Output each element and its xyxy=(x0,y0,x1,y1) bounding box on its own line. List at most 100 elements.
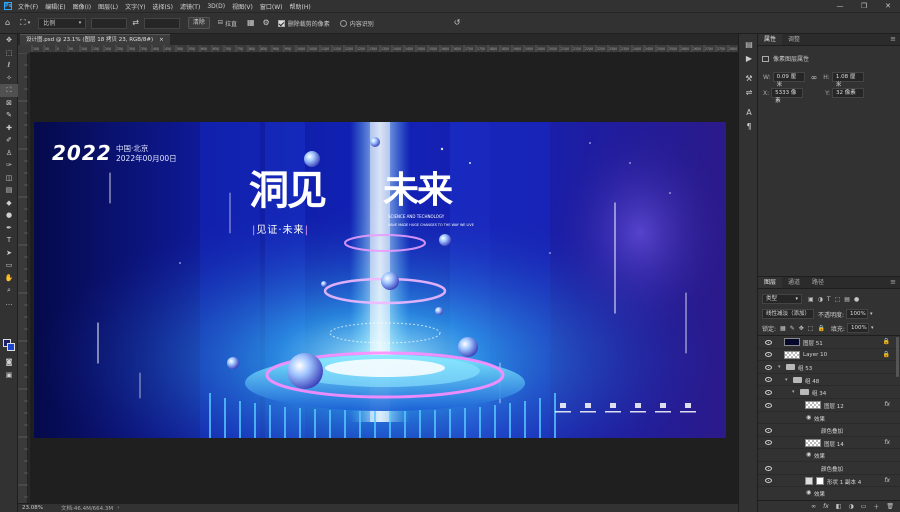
minimize-button[interactable]: — xyxy=(828,0,852,12)
reset-icon[interactable]: ↺ xyxy=(454,18,461,28)
tab-properties[interactable]: 属性 xyxy=(758,34,783,45)
menu-filter[interactable]: 滤镜(T) xyxy=(180,2,200,11)
background-color-swatch[interactable] xyxy=(7,343,15,351)
layer-effect-row[interactable]: 颜色叠加 xyxy=(758,424,900,437)
gear-icon[interactable]: ⚙ xyxy=(263,18,270,28)
add-mask-icon[interactable]: ◧ xyxy=(836,503,842,510)
expand-arrow-icon[interactable]: ▾ xyxy=(792,389,795,395)
lock-artboard-icon[interactable]: ⬚ xyxy=(808,325,814,332)
quick-mask-icon[interactable]: ◙ xyxy=(0,356,18,369)
content-aware-radio[interactable] xyxy=(339,19,347,27)
new-group-icon[interactable]: ▭ xyxy=(861,503,867,510)
chevron-down-icon[interactable]: ▾ xyxy=(28,18,31,28)
panel-menu-icon[interactable]: ≡ xyxy=(890,34,896,45)
layer-row[interactable]: 图层 51 🔒 xyxy=(758,336,900,349)
layer-effect-row[interactable]: ◉ 效果 xyxy=(758,487,900,499)
clear-button[interactable]: 清除 xyxy=(187,17,210,29)
close-tab-icon[interactable]: × xyxy=(159,35,164,45)
delete-layer-icon[interactable]: 🗑 xyxy=(886,503,894,510)
layer-row[interactable]: Layer 10 🔒 xyxy=(758,349,900,362)
layer-group-row[interactable]: ▾ 组 34 xyxy=(758,386,900,399)
zoom-level[interactable]: 23.08% xyxy=(22,505,43,511)
document-tab[interactable]: 设计图.psd @ 23.1% (图层 18 拷贝 23, RGB/8#) × xyxy=(20,34,170,45)
tab-paths[interactable]: 路径 xyxy=(806,277,830,288)
link-layers-icon[interactable]: ∞ xyxy=(811,503,816,510)
menu-layer[interactable]: 图层(L) xyxy=(98,2,118,11)
horizontal-ruler[interactable]: 100 50 0 50 100 150 200 250 300 350 400 450 500 550 60… xyxy=(30,45,738,53)
y-field[interactable]: 32 像素 xyxy=(832,88,865,98)
filter-pixel-icon[interactable]: ▣ xyxy=(808,296,814,303)
character-icon[interactable]: A xyxy=(739,106,759,120)
paragraph-icon[interactable]: ¶ xyxy=(739,120,759,134)
visibility-eye-icon[interactable] xyxy=(765,402,772,408)
grid-overlay-icon[interactable]: ▦ xyxy=(247,18,255,28)
lock-pixels-icon[interactable]: ✎ xyxy=(790,325,795,332)
marquee-tool-icon[interactable]: ⬚ xyxy=(0,47,18,60)
chevron-right-icon[interactable]: › xyxy=(117,505,119,511)
eraser-icon[interactable]: ◫ xyxy=(0,172,18,185)
visibility-eye-icon[interactable] xyxy=(765,339,772,345)
ratio-select[interactable]: 比例 ▾ xyxy=(38,17,87,29)
link-dimensions-icon[interactable]: ∞ xyxy=(811,73,818,82)
blur-tool-icon[interactable]: ◆ xyxy=(0,197,18,210)
blend-mode-select[interactable]: 线性减淡（添加） xyxy=(762,309,814,319)
menu-3d[interactable]: 3D(D) xyxy=(207,3,225,10)
tools-presets-icon[interactable]: ⚒ xyxy=(739,72,759,86)
add-style-icon[interactable]: fx xyxy=(823,503,829,510)
visibility-eye-icon[interactable] xyxy=(765,465,772,471)
filter-smart-icon[interactable]: ▤ xyxy=(844,296,850,303)
layer-effect-row[interactable]: ◉ 效果 xyxy=(758,449,900,462)
pen-tool-icon[interactable]: ✒ xyxy=(0,222,18,235)
frame-tool-icon[interactable]: ⊠ xyxy=(0,97,18,110)
layer-group-row[interactable]: ▾ 组 48 xyxy=(758,374,900,387)
zoom-tool-icon[interactable]: ⌕ xyxy=(0,284,18,297)
menu-view[interactable]: 视图(V) xyxy=(232,2,253,11)
magic-wand-icon[interactable]: ✧ xyxy=(0,72,18,85)
menu-window[interactable]: 窗口(W) xyxy=(260,2,283,11)
x-field[interactable]: 5333 像素 xyxy=(771,88,804,104)
visibility-eye-icon[interactable] xyxy=(765,440,772,446)
chevron-down-icon[interactable]: ▾ xyxy=(870,311,873,317)
visibility-eye-icon[interactable] xyxy=(765,478,772,484)
visibility-eye-icon[interactable] xyxy=(765,377,772,383)
brush-tool-icon[interactable]: ✐ xyxy=(0,134,18,147)
filter-toggle-icon[interactable]: ● xyxy=(854,296,859,303)
shape-tool-icon[interactable]: ▭ xyxy=(0,259,18,272)
layer-fx-badge[interactable]: fx xyxy=(884,401,890,408)
layer-fx-badge[interactable]: fx xyxy=(884,439,890,446)
type-tool-icon[interactable]: T xyxy=(0,234,18,247)
move-tool-icon[interactable]: ✥ xyxy=(0,34,18,47)
document-canvas[interactable]: 2022 中国·北京 2022年00月00日 洞见 未来 |见证·未来| SCI… xyxy=(30,53,738,503)
close-window-button[interactable]: ✕ xyxy=(876,0,900,12)
layer-effect-row[interactable]: 颜色叠加 xyxy=(758,462,900,475)
menu-help[interactable]: 帮助(H) xyxy=(290,2,311,11)
path-select-icon[interactable]: ➤ xyxy=(0,247,18,260)
crop-tool-icon[interactable]: ⛶ xyxy=(0,84,18,97)
ruler-origin[interactable] xyxy=(18,45,30,53)
more-tools-icon[interactable]: … xyxy=(0,297,18,310)
straighten-icon[interactable]: ⊟ xyxy=(218,18,223,28)
filter-kind-select[interactable]: 类型 ▾ xyxy=(762,294,802,304)
layers-menu-icon[interactable]: ≡ xyxy=(890,277,896,288)
visibility-eye-icon[interactable] xyxy=(765,364,772,370)
gradient-tool-icon[interactable]: ▤ xyxy=(0,184,18,197)
fill-field[interactable]: 100% xyxy=(846,323,869,333)
history-brush-icon[interactable]: ✑ xyxy=(0,159,18,172)
filter-adjust-icon[interactable]: ◑ xyxy=(818,296,823,303)
healing-brush-icon[interactable]: ✚ xyxy=(0,122,18,135)
chevron-down-icon[interactable]: ▾ xyxy=(871,325,874,331)
menu-type[interactable]: 文字(Y) xyxy=(125,2,145,11)
visibility-eye-icon[interactable] xyxy=(765,389,772,395)
filter-shape-icon[interactable]: ⬚ xyxy=(835,296,841,303)
layer-row[interactable]: 图层 14 fx xyxy=(758,437,900,450)
layer-effect-row[interactable]: ◉ 效果 xyxy=(758,412,900,425)
actions-play-icon[interactable]: ▶ xyxy=(739,52,759,66)
vertical-ruler[interactable] xyxy=(18,52,28,503)
swap-icon[interactable]: ⇄ xyxy=(132,18,139,28)
ratio-width-input[interactable] xyxy=(91,17,128,29)
home-icon[interactable]: ⌂ xyxy=(5,18,10,28)
tab-layers[interactable]: 图层 xyxy=(758,277,783,288)
layer-row[interactable]: 形状 1 副本 4 fx xyxy=(758,475,900,488)
lock-all-icon[interactable]: 🔒 xyxy=(817,325,824,332)
menu-image[interactable]: 图像(I) xyxy=(73,2,91,11)
